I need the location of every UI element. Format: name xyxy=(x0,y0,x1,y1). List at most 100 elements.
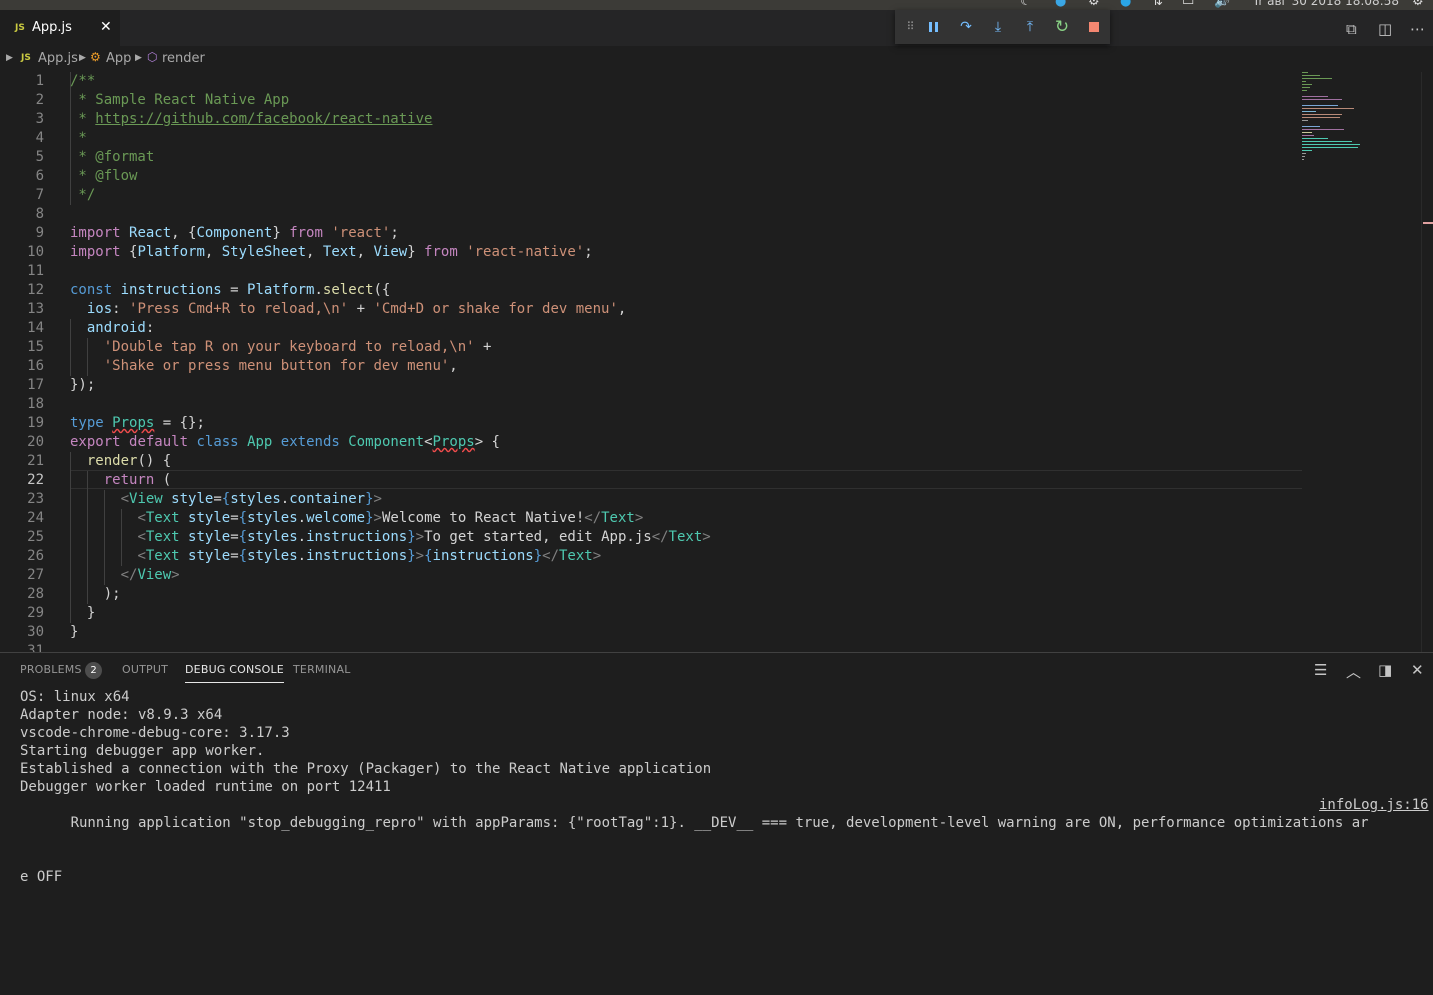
minimap-line xyxy=(1302,135,1314,136)
pause-icon[interactable] xyxy=(925,18,943,36)
keyboard-layout-icon[interactable]: ▭ xyxy=(1182,0,1194,9)
breadcrumb-method[interactable]: render xyxy=(162,51,205,66)
minimap-line xyxy=(1302,156,1305,157)
system-top-bar: ☾ ● ⚙ ● ⇅ ▭ 🔊 Tr авг 30 2018 18:08:58 ⚙ xyxy=(0,0,1433,10)
code-line: ios: 'Press Cmd+R to reload,\n' + 'Cmd+D… xyxy=(86,301,627,317)
code-line: */ xyxy=(70,187,96,203)
minimap-line xyxy=(1302,81,1306,82)
code-line: }); xyxy=(70,377,96,393)
minimap-line xyxy=(1302,120,1308,121)
line-number: 11 xyxy=(27,263,44,279)
console-line: vscode-chrome-debug-core: 3.17.3 xyxy=(20,725,290,741)
close-icon[interactable]: ✕ xyxy=(100,19,112,35)
minimap-line xyxy=(1302,114,1342,115)
console-message: Running application "stop_debugging_repr… xyxy=(70,815,1369,831)
url-link[interactable]: https://github.com/facebook/react-native xyxy=(95,111,432,127)
split-editor-icon[interactable]: ◫ xyxy=(1378,20,1392,38)
stop-icon[interactable] xyxy=(1085,18,1103,36)
code-line: <View style={styles.container}> xyxy=(120,491,382,507)
code-line: <Text style={styles.instructions}>To get… xyxy=(137,529,711,545)
console-line: Starting debugger app worker. xyxy=(20,743,265,759)
chevron-right-icon: ▶ xyxy=(135,53,142,63)
minimap-line xyxy=(1302,108,1354,109)
drag-handle-icon[interactable]: ⠿ xyxy=(901,18,919,36)
restart-icon[interactable]: ↻ xyxy=(1053,18,1071,36)
tab-label: App.js xyxy=(32,20,72,35)
code-line: type Props = {}; xyxy=(70,415,205,431)
more-actions-icon[interactable]: ⋯ xyxy=(1410,20,1425,38)
network-icon[interactable]: ⇅ xyxy=(1152,0,1163,9)
code-line: * @format xyxy=(70,149,155,165)
skype-icon[interactable]: ● xyxy=(1120,0,1131,9)
code-line: 'Shake or press menu button for dev menu… xyxy=(103,358,458,374)
code-line: android: xyxy=(86,320,155,336)
chevron-right-icon: ▶ xyxy=(79,53,86,63)
minimap-line xyxy=(1302,96,1328,97)
clock[interactable]: Tr авг 30 2018 18:08:58 xyxy=(1253,0,1399,8)
minimap-line xyxy=(1302,153,1306,154)
minimap-line xyxy=(1302,105,1338,106)
code-line: } xyxy=(70,624,79,640)
code-line: 'Double tap R on your keyboard to reload… xyxy=(103,339,492,355)
scrollbar-error-marker xyxy=(1423,222,1433,224)
vertical-scrollbar[interactable] xyxy=(1421,72,1433,652)
minimap-line xyxy=(1302,147,1358,148)
minimap-line xyxy=(1302,150,1312,151)
minimap-line xyxy=(1302,141,1352,142)
code-line: /** xyxy=(70,73,96,89)
close-panel-icon[interactable]: ✕ xyxy=(1411,661,1424,679)
method-symbol-icon: ⬡ xyxy=(147,50,158,64)
minimap-line xyxy=(1302,84,1312,85)
moon-icon[interactable]: ☾ xyxy=(1020,0,1032,9)
breadcrumb: ▶ JS App.js ▶ ⚙ App ▶ ⬡ render xyxy=(0,46,1433,72)
source-link[interactable]: infoLog.js:16 xyxy=(1319,796,1429,814)
breadcrumb-file-icon: JS xyxy=(21,53,31,63)
minimap-line xyxy=(1302,126,1320,127)
power-icon[interactable]: ⚙ xyxy=(1412,0,1424,9)
minimap-line xyxy=(1302,87,1310,88)
tab-problems[interactable]: PROBLEMS xyxy=(20,663,82,676)
debug-console-output[interactable]: OS: linux x64 Adapter node: v8.9.3 x64 v… xyxy=(20,688,1430,886)
breadcrumb-class[interactable]: App xyxy=(106,51,131,66)
code-line: * https://github.com/facebook/react-nati… xyxy=(70,111,433,127)
code-line: ); xyxy=(70,586,121,602)
toggle-panel-position-icon[interactable]: ◨ xyxy=(1378,661,1392,679)
js-file-icon: JS xyxy=(15,23,25,33)
console-line: OS: linux x64 xyxy=(20,689,130,705)
code-line: <Text style={styles.instructions}>{instr… xyxy=(137,548,602,564)
tab-terminal[interactable]: TERMINAL xyxy=(293,663,351,676)
minimap-line xyxy=(1302,78,1332,79)
chevron-up-icon[interactable]: ︿ xyxy=(1346,661,1361,682)
code-line: import React, {Component} from 'react'; xyxy=(70,225,399,241)
console-line: Adapter node: v8.9.3 x64 xyxy=(20,707,223,723)
step-into-icon[interactable]: ⤓ xyxy=(989,18,1007,36)
editor-tab-bar: JS App.js ✕ ⧉ ◫ ⋯ xyxy=(0,10,1433,46)
code-line: return ( xyxy=(103,472,172,488)
volume-icon[interactable]: 🔊 xyxy=(1214,0,1230,9)
code-editor[interactable]: 1 2 3 4 5 6 7 8 9 10 11 12 13 14 15 16 17 18 19 20 21 22 23 24 2… xyxy=(0,72,1433,652)
line-number: 8 xyxy=(35,206,44,222)
minimap-line xyxy=(1302,72,1308,73)
minimap[interactable] xyxy=(1300,72,1420,192)
code-line: const instructions = Platform.select({ xyxy=(70,282,391,298)
telegram-icon[interactable]: ● xyxy=(1055,0,1066,9)
tab-debug-console[interactable]: DEBUG CONSOLE xyxy=(185,663,284,683)
step-over-icon[interactable]: ↷ xyxy=(957,18,975,36)
minimap-line xyxy=(1302,138,1328,139)
tab-output[interactable]: OUTPUT xyxy=(122,663,168,676)
minimap-line xyxy=(1302,132,1312,133)
tab-app-js[interactable]: JS App.js ✕ xyxy=(0,10,120,46)
minimap-line xyxy=(1302,117,1340,118)
clear-console-icon[interactable]: ☰ xyxy=(1314,661,1327,679)
minimap-line xyxy=(1302,99,1342,100)
code-line: </View> xyxy=(120,567,180,583)
chevron-right-icon: ▶ xyxy=(6,53,13,63)
line-number: 18 xyxy=(27,396,44,412)
bottom-panel: PROBLEMS 2 OUTPUT DEBUG CONSOLE TERMINAL… xyxy=(0,652,1433,995)
step-out-icon[interactable]: ⤒ xyxy=(1021,18,1039,36)
open-changes-icon[interactable]: ⧉ xyxy=(1346,20,1357,38)
settings-icon[interactable]: ⚙ xyxy=(1088,0,1100,9)
minimap-line xyxy=(1302,159,1304,160)
breadcrumb-file[interactable]: App.js xyxy=(38,51,78,66)
code-line: render() { xyxy=(86,453,172,469)
